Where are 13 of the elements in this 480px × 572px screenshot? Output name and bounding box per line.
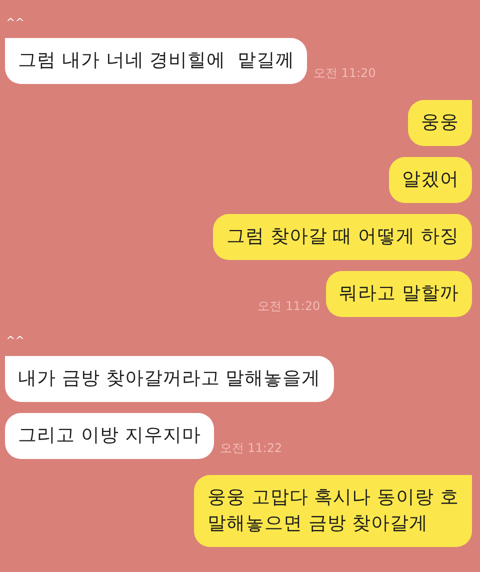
message-bubble: 뭐라고 말할까 <box>326 271 472 317</box>
message-fragment: ^^ <box>5 16 24 29</box>
message-time: 오전 11:20 <box>313 65 376 82</box>
message-time: 오전 11:22 <box>220 440 282 457</box>
message-bubble: 그럼 내가 너네 경비힐에 맡길께 <box>5 38 308 84</box>
message-bubble: 알겠어 <box>389 157 472 203</box>
message-bubble: 웅웅 고맙다 혹시나 동이랑 호 말해놓으면 금방 찾아갈게 <box>194 475 472 547</box>
message-bubble: 웅웅 <box>408 100 472 146</box>
message-bubble: 내가 금방 찾아갈꺼라고 말해놓을게 <box>5 356 334 402</box>
message-time: 오전 11:20 <box>258 298 320 315</box>
message-bubble: 그럼 찾아갈 때 어떻게 하징 <box>213 214 472 260</box>
message-fragment: ^^ <box>5 334 24 347</box>
message-bubble: 그리고 이방 지우지마 <box>5 413 214 459</box>
